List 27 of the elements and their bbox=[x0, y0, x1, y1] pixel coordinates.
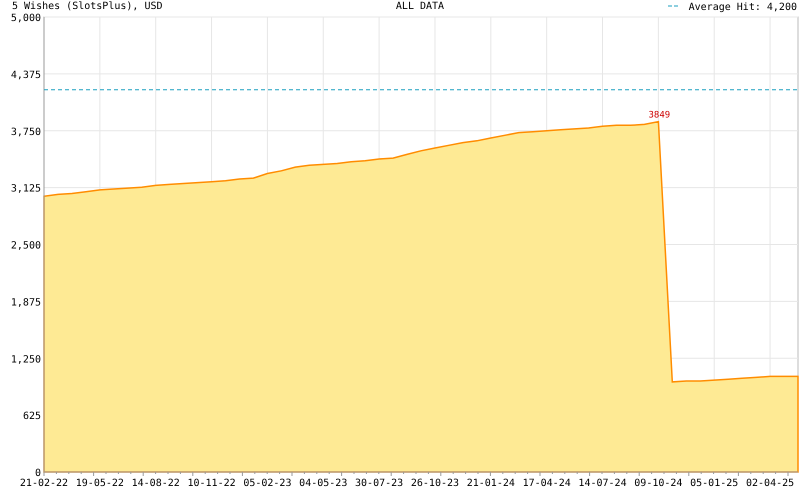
x-axis-label: 14-08-22 bbox=[132, 478, 180, 489]
x-axis-label: 05-02-23 bbox=[243, 478, 292, 489]
y-axis-label: 4,375 bbox=[10, 70, 41, 81]
period-label: ALL DATA bbox=[396, 1, 444, 12]
y-axis-label: 3,750 bbox=[10, 126, 41, 138]
x-axis-label: 17-04-24 bbox=[522, 478, 571, 489]
x-axis-label: 19-05-22 bbox=[76, 478, 124, 489]
y-axis-label: 5,000 bbox=[10, 13, 41, 24]
x-axis-label: 21-02-22 bbox=[20, 478, 68, 489]
x-axis-label: 14-07-24 bbox=[578, 478, 627, 489]
y-axis-label: 1,250 bbox=[10, 354, 41, 366]
x-axis-label: 21-01-24 bbox=[466, 478, 515, 489]
y-axis-label: 625 bbox=[22, 411, 41, 422]
x-axis-label: 09-10-24 bbox=[634, 478, 682, 489]
legend-label: Average Hit: 4,200 bbox=[688, 2, 797, 13]
x-axis-label: 30-07-23 bbox=[355, 478, 404, 489]
x-axis-label: 05-01-25 bbox=[690, 478, 738, 489]
x-axis-label: 10-11-22 bbox=[187, 478, 236, 489]
y-axis-label: 1,875 bbox=[10, 297, 41, 308]
x-axis-label: 02-04-25 bbox=[746, 478, 794, 489]
y-axis-label: 3,125 bbox=[10, 184, 41, 195]
x-axis-label: 26-10-23 bbox=[410, 478, 460, 489]
y-axis-label: 2,500 bbox=[10, 240, 41, 252]
peak-value-label: 3849 bbox=[648, 110, 670, 121]
chart-title: 5 Wishes (SlotsPlus), USD bbox=[12, 1, 163, 12]
x-axis-label: 04-05-23 bbox=[299, 478, 348, 489]
y-axis-label: 0 bbox=[34, 468, 41, 479]
